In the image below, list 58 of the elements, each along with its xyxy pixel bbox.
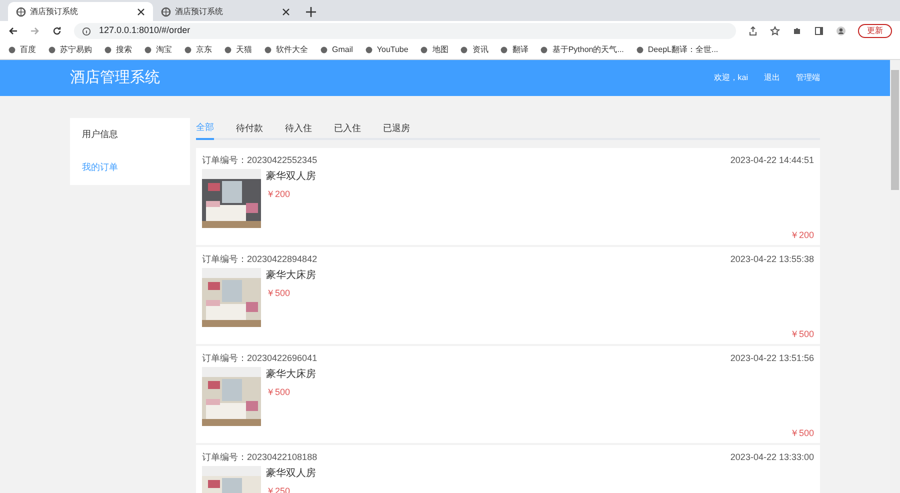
welcome-text: 欢迎，kai [714, 72, 748, 84]
sidebar-icon[interactable] [814, 26, 824, 36]
bookmark-item[interactable]: 地图 [420, 44, 448, 56]
order-total: ￥500 [790, 328, 814, 340]
update-button[interactable]: 更新 [858, 24, 892, 38]
order-tab[interactable]: 已退房 [383, 118, 410, 140]
order-time: 2023-04-22 13:51:56 [730, 352, 814, 365]
star-icon[interactable] [770, 26, 780, 36]
tab-title: 酒店预订系统 [175, 6, 224, 18]
bookmark-item[interactable]: 苏宁易购 [48, 44, 92, 56]
bookmark-item[interactable]: 翻译 [500, 44, 528, 56]
order-total: ￥500 [790, 426, 814, 440]
bookmark-item[interactable]: 天猫 [224, 44, 252, 56]
bookmark-item[interactable]: 软件大全 [264, 44, 308, 56]
bookmark-item[interactable]: 基于Python的天气... [540, 44, 624, 56]
bookmark-item[interactable]: Gmail [320, 44, 353, 56]
sidebar-item[interactable]: 用户信息 [70, 118, 190, 151]
new-tab-icon[interactable] [306, 7, 316, 17]
order-tab[interactable]: 待入住 [285, 118, 312, 140]
tab-title: 酒店预订系统 [30, 6, 79, 18]
info-icon[interactable] [82, 26, 91, 36]
order-number: 订单编号：20230422894842 [202, 253, 318, 266]
site-title: 酒店管理系统 [70, 68, 160, 88]
order-number: 订单编号：20230422696041 [202, 352, 318, 365]
address-bar[interactable]: 127.0.0.1:8010/#/order [74, 23, 736, 39]
reload-icon[interactable] [52, 26, 62, 36]
browser-tab[interactable]: 酒店预订系统 [8, 2, 153, 21]
order-number: 订单编号：20230422108188 [202, 451, 318, 464]
bookmark-item[interactable]: 京东 [184, 44, 212, 56]
order-tab[interactable]: 待付款 [236, 118, 263, 140]
bookmark-item[interactable]: DeepL翻译：全世... [636, 44, 718, 56]
room-name: 豪华大床房 [266, 268, 316, 282]
order-number: 订单编号：20230422552345 [202, 154, 318, 167]
order-total: ￥200 [790, 228, 814, 242]
order-card[interactable]: 订单编号：20230422552345 2023-04-22 14:44:51 豪华双人房 ￥200 ￥200 [196, 148, 820, 245]
bookmark-item[interactable]: 资讯 [460, 44, 488, 56]
bookmark-item[interactable]: 搜索 [104, 44, 132, 56]
close-icon[interactable] [282, 8, 290, 16]
bookmark-item[interactable]: 淘宝 [144, 44, 172, 56]
bookmark-item[interactable]: 百度 [8, 44, 36, 56]
room-price: ￥200 [266, 188, 292, 200]
order-time: 2023-04-22 14:44:51 [730, 154, 814, 167]
share-icon[interactable] [748, 26, 758, 36]
bookmark-item[interactable]: YouTube [364, 44, 408, 56]
profile-icon[interactable] [836, 26, 846, 36]
room-price: ￥500 [266, 286, 292, 300]
browser-tab[interactable]: 酒店预订系统 [153, 2, 298, 21]
order-time: 2023-04-22 13:55:38 [730, 253, 814, 266]
order-card[interactable]: 订单编号：20230422696041 2023-04-22 13:51:56 豪华大床房 ￥500 ￥500 [196, 346, 820, 443]
room-price: ￥500 [266, 386, 292, 398]
room-name: 豪华双人房 [266, 466, 316, 480]
back-icon[interactable] [8, 26, 18, 36]
room-name: 豪华大床房 [266, 368, 316, 382]
order-card[interactable]: 订单编号：20230422894842 2023-04-22 13:55:38 豪华大床房 ￥500 ￥500 [196, 247, 820, 344]
close-icon[interactable] [137, 8, 145, 16]
room-name: 豪华双人房 [266, 170, 316, 184]
order-time: 2023-04-22 13:33:00 [730, 451, 814, 464]
order-tab[interactable]: 已入住 [334, 118, 361, 140]
